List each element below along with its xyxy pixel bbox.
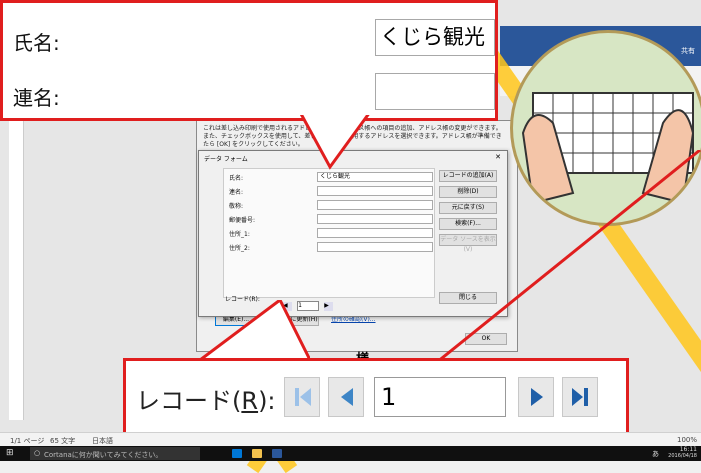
- edge-icon[interactable]: [232, 449, 242, 458]
- field-label: 郵便番号:: [229, 217, 256, 224]
- record-label-text: レコード(: [136, 387, 242, 415]
- data-form-title: データ フォーム: [204, 156, 248, 163]
- vertical-ruler: [9, 120, 24, 420]
- record-accelerator: R: [241, 387, 259, 415]
- bottom-callout-pointer: [200, 300, 310, 362]
- record-label-suffix: ):: [258, 387, 276, 415]
- field-label: 住所_2:: [229, 245, 250, 252]
- last-record-button[interactable]: [562, 377, 598, 417]
- windows-icon[interactable]: ⊞: [6, 448, 14, 458]
- renmei-label: 連名:: [13, 86, 60, 110]
- last-record-icon: [572, 388, 588, 406]
- next-record-icon[interactable]: ▶: [324, 302, 334, 311]
- field-label: 氏名:: [229, 175, 244, 182]
- name-label: 氏名:: [13, 31, 60, 55]
- cortana-placeholder: Cortanaに何か聞いてみてください。: [44, 451, 163, 459]
- field-label: 住所_1:: [229, 231, 250, 238]
- field-label: 敬称:: [229, 203, 244, 210]
- first-record-icon: [295, 388, 311, 406]
- top-zoom-callout: 氏名: くじら観光 連名:: [0, 0, 498, 121]
- cortana-search[interactable]: ○ Cortanaに何か聞いてみてください。: [30, 447, 200, 460]
- bottom-zoom-callout: レコード(R): 1: [123, 358, 629, 442]
- previous-record-button[interactable]: [328, 377, 364, 417]
- clock-date[interactable]: 2016/04/18: [668, 453, 697, 459]
- field-label: 連名:: [229, 189, 244, 196]
- page-indicator: 1/1 ページ: [10, 437, 45, 445]
- next-record-icon: [531, 388, 543, 406]
- next-record-button[interactable]: [518, 377, 554, 417]
- first-record-button[interactable]: [284, 377, 320, 417]
- language-indicator: 日本語: [92, 437, 113, 445]
- previous-record-icon: [341, 388, 353, 406]
- record-number-input[interactable]: 1: [374, 377, 506, 417]
- renmei-field[interactable]: [375, 73, 495, 110]
- callout-pointer: [300, 112, 370, 170]
- taskbar: ⊞ ○ Cortanaに何か聞いてみてください。 あ 16:11 2016/04…: [0, 446, 701, 461]
- word-icon[interactable]: [272, 449, 282, 458]
- record-label: レコード(R):: [136, 381, 276, 416]
- char-count: 65 文字: [50, 437, 76, 445]
- status-bar: 1/1 ページ 65 文字 日本語 100%: [0, 432, 701, 447]
- explorer-icon[interactable]: [252, 449, 262, 458]
- share-button[interactable]: 共有: [681, 46, 695, 56]
- ime-indicator[interactable]: あ: [652, 449, 659, 459]
- name-field[interactable]: くじら観光: [375, 19, 495, 56]
- zoom-level[interactable]: 100%: [677, 436, 697, 444]
- search-icon: ○: [34, 449, 41, 457]
- clock-time[interactable]: 16:11: [680, 446, 697, 453]
